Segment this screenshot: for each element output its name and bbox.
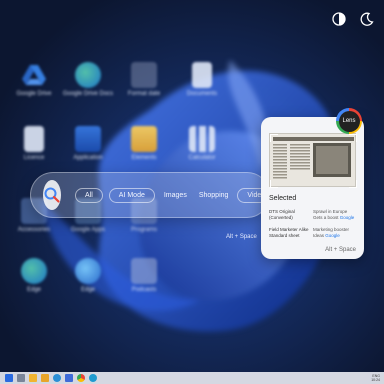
lens-results-card: Selected DTS Original (Converted) Sprawl … bbox=[261, 117, 364, 259]
desktop-icon-label: Licence bbox=[23, 155, 45, 161]
lens-result-link[interactable]: Google bbox=[325, 233, 340, 238]
desktop-icon-google-drive-docs[interactable]: Google Drive Docs bbox=[62, 62, 114, 98]
edge-icon bbox=[21, 258, 47, 284]
lens-result-text: Gets a boost bbox=[313, 214, 339, 220]
desktop-icon-label: Application bbox=[73, 155, 103, 161]
lens-result-subtitle: (Converted) bbox=[269, 214, 293, 220]
desktop-icon-label: Edge bbox=[26, 287, 41, 293]
selected-image-thumbnail[interactable] bbox=[269, 133, 358, 189]
desktop-icon-label: Format date bbox=[127, 91, 161, 97]
document-icon bbox=[24, 126, 44, 152]
desktop-icon-label: Edge bbox=[80, 287, 95, 293]
desktop-icon-label: Google Drive Docs bbox=[62, 91, 114, 97]
chip-ai-mode[interactable]: AI Mode bbox=[108, 187, 155, 203]
microphone-icon bbox=[131, 258, 157, 284]
lens-badge[interactable]: Lens bbox=[336, 108, 362, 134]
taskbar: ENG 10:24 bbox=[0, 372, 384, 384]
desktop-icon-edge-2[interactable]: Edge bbox=[62, 258, 114, 294]
lens-result-row[interactable]: DTS Original (Converted) Sprawl in Europe… bbox=[269, 209, 357, 220]
edge-icon[interactable] bbox=[89, 374, 97, 382]
edge-icon bbox=[75, 258, 101, 284]
folder-icon bbox=[131, 126, 157, 152]
grid-icon bbox=[189, 126, 215, 152]
start-icon[interactable] bbox=[5, 374, 13, 382]
folder-icon[interactable] bbox=[41, 374, 49, 382]
folder-icon[interactable] bbox=[29, 374, 37, 382]
desktop-icon-format-date[interactable]: Format date bbox=[118, 62, 170, 98]
desktop-icon-podcasts[interactable]: Podcasts bbox=[118, 258, 170, 294]
desktop-icon-elements[interactable]: Elements bbox=[118, 126, 170, 162]
lens-shortcut-hint: Alt + Space bbox=[325, 247, 356, 253]
search-bar[interactable]: All AI Mode Images Shopping Videos bbox=[30, 172, 279, 218]
search-icon bbox=[44, 187, 60, 203]
edge-icon[interactable] bbox=[53, 374, 61, 382]
desktop-icon-label: Accessories bbox=[17, 227, 51, 233]
half-circle-icon[interactable] bbox=[330, 10, 348, 28]
lens-heading: Selected bbox=[269, 195, 297, 202]
lens-result-link[interactable]: Google bbox=[340, 215, 355, 220]
lens-result-row[interactable]: Field Marketer Alike Standard sheet Marke… bbox=[269, 227, 357, 238]
lens-badge-label: Lens bbox=[338, 110, 360, 132]
desktop-icon-calculator[interactable]: Calculator bbox=[176, 126, 228, 162]
chip-all[interactable]: All bbox=[75, 187, 103, 203]
desktop-icon-google-drive[interactable]: Google Drive bbox=[8, 62, 60, 98]
desktop-icon-label: Elements bbox=[131, 155, 157, 161]
desktop-icon-documents[interactable]: Documents bbox=[176, 62, 228, 98]
lens-search-button[interactable] bbox=[43, 180, 61, 210]
moon-icon[interactable] bbox=[358, 10, 376, 28]
lens-result-title: Field Marketer Alike bbox=[269, 227, 309, 232]
chip-images[interactable]: Images bbox=[161, 189, 190, 202]
system-tray[interactable]: ENG 10:24 bbox=[371, 374, 380, 382]
desktop-icon-edge-1[interactable]: Edge bbox=[8, 258, 60, 294]
edge-icon bbox=[75, 62, 101, 88]
desktop-icon-licence[interactable]: Licence bbox=[8, 126, 60, 162]
drive-icon bbox=[21, 62, 47, 88]
search-icon[interactable] bbox=[17, 374, 25, 382]
desktop-icon-label: Google Apps bbox=[70, 227, 106, 233]
shortcut-hint: Alt + Space bbox=[226, 234, 257, 240]
chip-shopping[interactable]: Shopping bbox=[196, 189, 232, 202]
desktop-icon-label: Programs bbox=[130, 227, 157, 233]
blank-file-icon bbox=[131, 62, 157, 88]
lens-result-subtitle: Standard sheet bbox=[269, 232, 300, 238]
tray-clock: 10:24 bbox=[371, 378, 380, 382]
browser-icon[interactable] bbox=[77, 374, 85, 382]
desktop-icon-label: Documents bbox=[186, 91, 218, 97]
app-icon bbox=[75, 126, 101, 152]
document-icon bbox=[192, 62, 212, 88]
store-icon[interactable] bbox=[65, 374, 73, 382]
theme-toggles bbox=[330, 10, 376, 28]
desktop-icon-label: Calculator bbox=[188, 155, 216, 161]
desktop-icon-label: Podcasts bbox=[131, 287, 157, 293]
lens-result-text: Ideas bbox=[313, 232, 325, 238]
desktop-icon-application[interactable]: Application bbox=[62, 126, 114, 162]
desktop-icon-label: Google Drive bbox=[16, 91, 52, 97]
